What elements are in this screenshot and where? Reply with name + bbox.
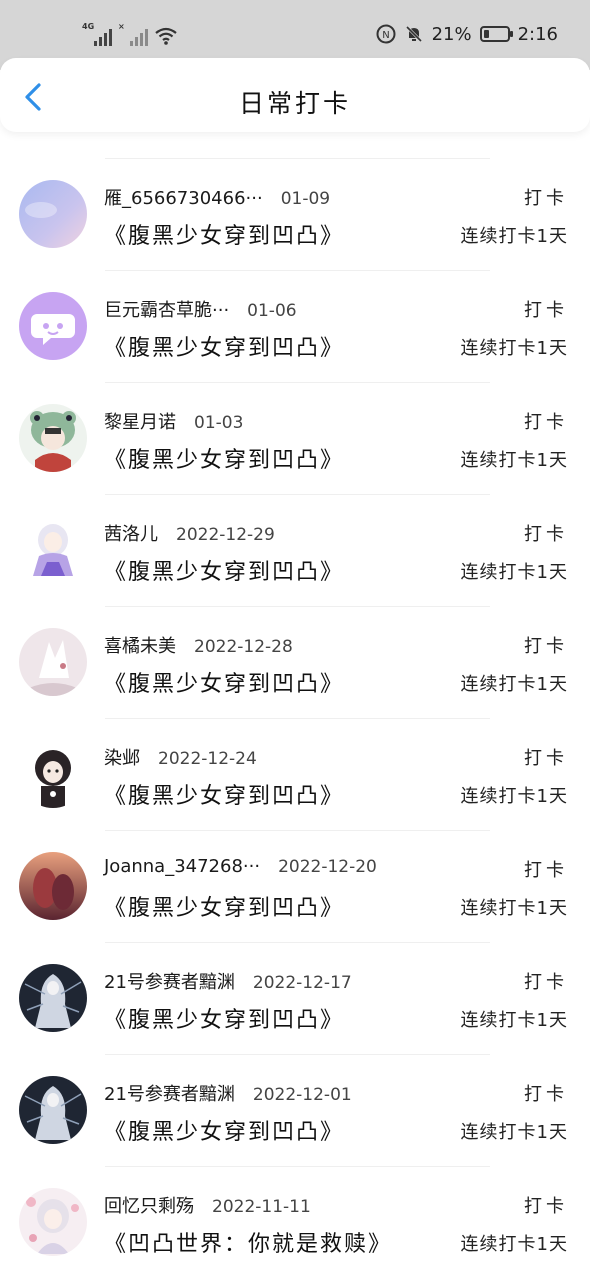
book-title[interactable]: 《腹黑少女穿到凹凸》 (104, 666, 344, 698)
book-title[interactable]: 《腹黑少女穿到凹凸》 (104, 218, 344, 250)
blossom-girl-avatar[interactable] (19, 1188, 87, 1256)
checkin-row[interactable]: 染邺 2022-12-24 《腹黑少女穿到凹凸》 打卡 连续打卡1天 (0, 718, 590, 830)
pastel-sky-avatar[interactable] (19, 180, 87, 248)
checkin-list: 雁_6566730466··· 01-09 《腹黑少女穿到凹凸》 打卡 连续打卡… (0, 158, 590, 1278)
checkin-date: 01-09 (280, 189, 331, 209)
user-name[interactable]: 黎星月诺 (104, 408, 176, 434)
checkin-row[interactable]: 回忆只剩殇 2022-11-11 《凹凸世界：你就是救赎》 打卡 连续打卡1天 (0, 1166, 590, 1278)
streak-label: 连续打卡1天 (460, 562, 568, 583)
user-name[interactable]: 21号参赛者黯渊 (104, 1080, 235, 1106)
name-line: Joanna_347268··· 2022-12-20 (104, 856, 377, 877)
user-name[interactable]: Joanna_347268··· (104, 856, 260, 877)
checkin-row[interactable]: Joanna_347268··· 2022-12-20 《腹黑少女穿到凹凸》 打… (0, 830, 590, 942)
book-title[interactable]: 《腹黑少女穿到凹凸》 (104, 1114, 344, 1146)
checkin-button[interactable]: 打卡 (524, 632, 568, 658)
user-name[interactable]: 雁_6566730466··· (104, 184, 263, 210)
checkin-button[interactable]: 打卡 (524, 744, 568, 770)
checkin-button[interactable]: 打卡 (524, 1080, 568, 1106)
app-header: 日常打卡 (0, 58, 590, 132)
user-name[interactable]: 染邺 (104, 744, 140, 770)
user-name[interactable]: 茜洛儿 (104, 520, 158, 546)
checkin-row[interactable]: 21号参赛者黯渊 2022-12-01 《腹黑少女穿到凹凸》 打卡 连续打卡1天 (0, 1054, 590, 1166)
checkin-button[interactable]: 打卡 (524, 184, 568, 210)
streak-label: 连续打卡1天 (460, 1010, 568, 1031)
battery-percent: 21% (431, 23, 472, 45)
streak-label: 连续打卡1天 (460, 1234, 568, 1255)
checkin-date: 01-03 (194, 413, 244, 433)
streak-label: 连续打卡1天 (460, 450, 568, 471)
checkin-button[interactable]: 打卡 (524, 520, 568, 546)
status-left: 4G × (82, 22, 178, 46)
checkin-button[interactable]: 打卡 (524, 968, 568, 994)
checkin-date: 2022-12-17 (252, 973, 352, 993)
streak-label: 连续打卡1天 (460, 226, 568, 247)
user-name[interactable]: 回忆只剩殇 (104, 1192, 194, 1218)
checkin-row[interactable]: 喜橘未美 2022-12-28 《腹黑少女穿到凹凸》 打卡 连续打卡1天 (0, 606, 590, 718)
book-title[interactable]: 《腹黑少女穿到凹凸》 (104, 890, 344, 922)
name-line: 回忆只剩殇 2022-11-11 (104, 1192, 311, 1218)
no-signal-icon: × (118, 22, 148, 46)
data-saver-icon: N (376, 24, 396, 44)
checkin-row[interactable]: 21号参赛者黯渊 2022-12-17 《腹黑少女穿到凹凸》 打卡 连续打卡1天 (0, 942, 590, 1054)
name-line: 21号参赛者黯渊 2022-12-01 (104, 1080, 352, 1106)
network-type-label: 4G (82, 22, 95, 31)
user-name[interactable]: 21号参赛者黯渊 (104, 968, 235, 994)
name-line: 巨元霸杏草脆··· 01-06 (104, 296, 297, 322)
streak-label: 连续打卡1天 (460, 786, 568, 807)
dark-figure-avatar[interactable] (19, 964, 87, 1032)
checkin-row[interactable]: 茜洛儿 2022-12-29 《腹黑少女穿到凹凸》 打卡 连续打卡1天 (0, 494, 590, 606)
white-wolf-avatar[interactable] (19, 628, 87, 696)
checkin-date: 01-06 (247, 301, 297, 321)
checkin-date: 2022-12-20 (278, 857, 377, 877)
streak-label: 连续打卡1天 (460, 898, 568, 919)
streak-label: 连续打卡1天 (460, 674, 568, 695)
book-title[interactable]: 《腹黑少女穿到凹凸》 (104, 442, 344, 474)
checkin-button[interactable]: 打卡 (524, 856, 568, 882)
streak-label: 连续打卡1天 (460, 1122, 568, 1143)
name-line: 喜橘未美 2022-12-28 (104, 632, 293, 658)
checkin-date: 2022-12-24 (158, 749, 257, 769)
book-title[interactable]: 《凹凸世界：你就是救赎》 (104, 1226, 392, 1258)
checkin-button[interactable]: 打卡 (524, 408, 568, 434)
page-title: 日常打卡 (238, 89, 351, 118)
wifi-icon (155, 27, 177, 45)
checkin-date: 2022-12-29 (176, 525, 275, 545)
name-line: 21号参赛者黯渊 2022-12-17 (104, 968, 352, 994)
book-title[interactable]: 《腹黑少女穿到凹凸》 (104, 1002, 344, 1034)
checkin-date: 2022-12-28 (194, 637, 293, 657)
book-title[interactable]: 《腹黑少女穿到凹凸》 (104, 554, 344, 586)
checkin-date: 2022-11-11 (212, 1197, 311, 1217)
name-line: 黎星月诺 01-03 (104, 408, 243, 434)
dark-figure-avatar[interactable] (19, 1076, 87, 1144)
user-name[interactable]: 喜橘未美 (104, 632, 176, 658)
name-line: 茜洛儿 2022-12-29 (104, 520, 275, 546)
svg-text:N: N (382, 30, 389, 41)
name-line: 雁_6566730466··· 01-09 (104, 184, 330, 210)
streak-label: 连续打卡1天 (460, 338, 568, 359)
book-title[interactable]: 《腹黑少女穿到凹凸》 (104, 778, 344, 810)
user-name[interactable]: 巨元霸杏草脆··· (104, 296, 229, 322)
checkin-button[interactable]: 打卡 (524, 296, 568, 322)
cell-signal-icon: 4G (82, 22, 112, 46)
red-scene-avatar[interactable] (19, 852, 87, 920)
chat-bubble-avatar[interactable] (19, 292, 87, 360)
checkin-row[interactable]: 黎星月诺 01-03 《腹黑少女穿到凹凸》 打卡 连续打卡1天 (0, 382, 590, 494)
checkin-button[interactable]: 打卡 (524, 1192, 568, 1218)
anime-girl-avatar[interactable] (19, 516, 87, 584)
checkin-row[interactable]: 巨元霸杏草脆··· 01-06 《腹黑少女穿到凹凸》 打卡 连续打卡1天 (0, 270, 590, 382)
battery-icon (479, 26, 513, 42)
status-right: N 21% 2:16 (376, 20, 558, 48)
dark-hair-girl-avatar[interactable] (19, 740, 87, 808)
frog-hat-girl-avatar[interactable] (19, 404, 87, 472)
battery-level (483, 30, 489, 38)
checkin-row[interactable]: 雁_6566730466··· 01-09 《腹黑少女穿到凹凸》 打卡 连续打卡… (0, 158, 590, 270)
checkin-date: 2022-12-01 (252, 1085, 352, 1105)
name-line: 染邺 2022-12-24 (104, 744, 257, 770)
clock-time: 2:16 (517, 23, 558, 45)
book-title[interactable]: 《腹黑少女穿到凹凸》 (104, 330, 344, 362)
mute-bell-icon (405, 25, 422, 43)
